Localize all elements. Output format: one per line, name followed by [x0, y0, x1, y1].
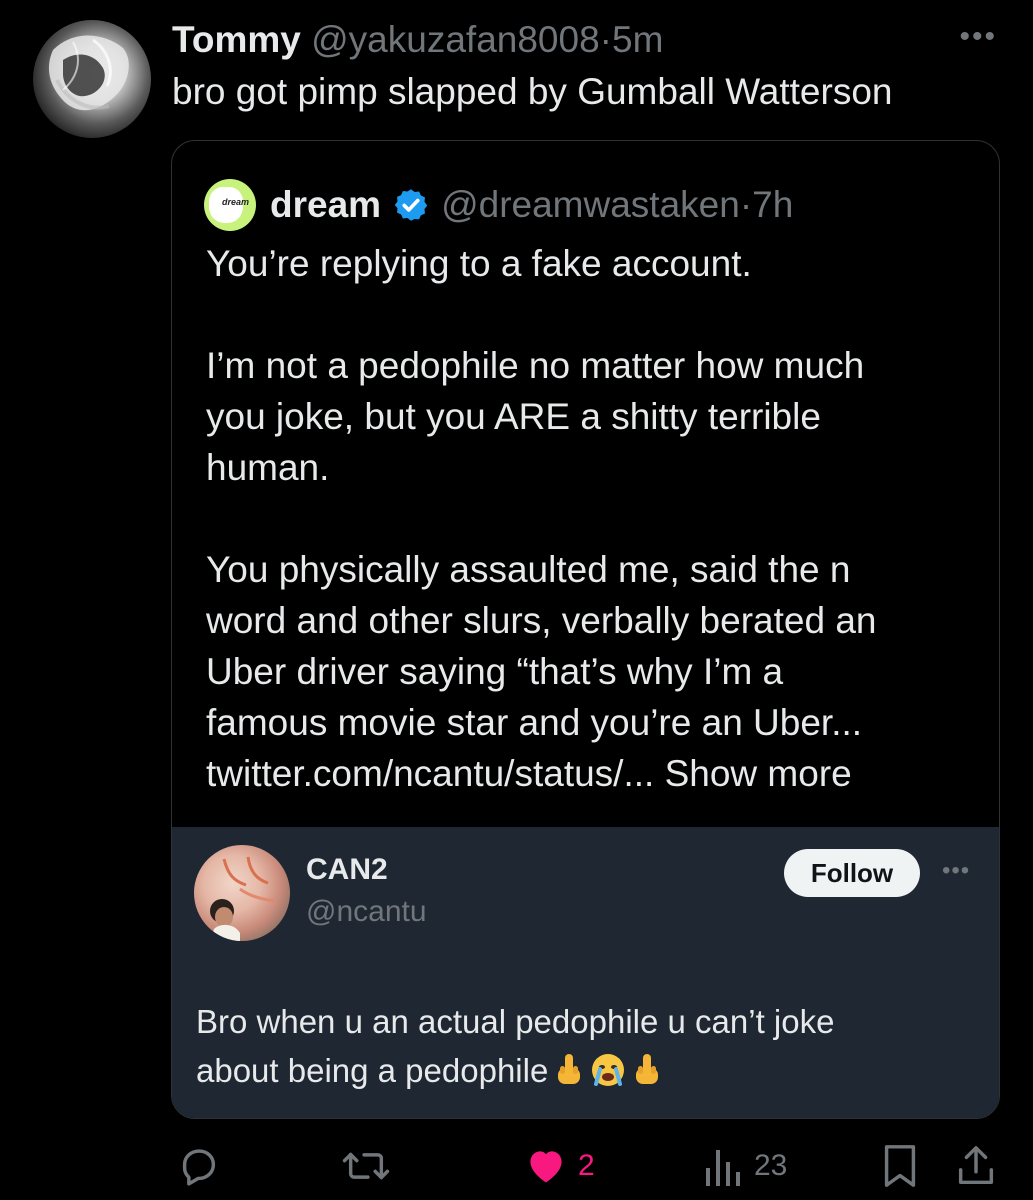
quoted-author-name: dream	[270, 184, 382, 225]
retweet-button[interactable]	[340, 1140, 402, 1192]
quoted-author-avatar: dream	[204, 179, 256, 231]
quoted-line: human.	[206, 447, 330, 488]
author-avatar[interactable]	[33, 20, 151, 138]
embedded-tweet-text: Bro when u an actual pedophile u can’t j…	[196, 997, 834, 1101]
embedded-author-avatar[interactable]	[194, 845, 290, 941]
tweet-time[interactable]: 5m	[612, 19, 663, 60]
author-name[interactable]: Tommy	[172, 19, 301, 60]
views-icon	[704, 1144, 744, 1188]
more-horizontal-icon[interactable]: •••	[942, 857, 970, 885]
embedded-text-line: Bro when u an actual pedophile u can’t j…	[196, 1003, 835, 1040]
separator-dot: ·	[599, 19, 612, 60]
quoted-line-link: twitter.com/ncantu/status/... Show more	[206, 748, 966, 799]
retweet-icon	[340, 1143, 392, 1189]
more-horizontal-icon[interactable]: •••	[959, 22, 997, 52]
author-handle[interactable]: @yakuzafan8008	[311, 19, 600, 60]
quoted-link[interactable]: twitter.com/ncantu/status/...	[206, 753, 654, 794]
quoted-line: famous movie star and you’re an Uber...	[206, 702, 863, 743]
like-count: 2	[578, 1149, 595, 1182]
views-button[interactable]: 23	[704, 1140, 787, 1192]
quoted-tweet-text: You’re replying to a fake account. I’m n…	[206, 238, 966, 799]
embedded-tweet[interactable]: CAN2 @ncantu Follow ••• Bro when u an ac…	[172, 827, 999, 1118]
quoted-author-handle: @dreamwastaken	[441, 184, 740, 225]
like-button[interactable]: 2	[524, 1140, 595, 1192]
share-button[interactable]	[956, 1140, 996, 1192]
follow-button[interactable]: Follow	[784, 849, 920, 897]
verified-badge-icon	[393, 187, 429, 223]
middle-finger-emoji-icon	[554, 1052, 584, 1101]
heart-icon	[524, 1144, 568, 1188]
quoted-tweet-header: dream dream @dreamwastaken · 7h	[204, 179, 793, 231]
bookmark-icon	[880, 1143, 920, 1189]
separator-dot: ·	[739, 184, 753, 225]
show-more-link[interactable]: Show more	[665, 753, 852, 794]
quoted-line: You physically assaulted me, said the n	[206, 549, 851, 590]
embedded-text-line-2: about being a pedophile	[196, 1046, 834, 1101]
quoted-line: word and other slurs, verbally berated a…	[206, 600, 877, 641]
tweet-header: Tommy @yakuzafan8008·5m	[172, 18, 663, 62]
reply-icon	[176, 1143, 222, 1189]
quoted-line: I’m not a pedophile no matter how much	[206, 345, 865, 386]
tweet: Tommy @yakuzafan8008·5m ••• bro got pimp…	[0, 0, 1033, 1200]
crying-face-emoji-icon	[590, 1052, 626, 1101]
quoted-line: you joke, but you ARE a shitty terrible	[206, 396, 821, 437]
embedded-author-handle[interactable]: @ncantu	[306, 895, 427, 929]
tweet-text: bro got pimp slapped by Gumball Watterso…	[172, 71, 893, 112]
middle-finger-emoji-icon	[632, 1052, 662, 1101]
bookmark-button[interactable]	[880, 1140, 920, 1192]
reply-button[interactable]	[176, 1140, 232, 1192]
quoted-tweet[interactable]: dream dream @dreamwastaken · 7h You’re rep…	[171, 140, 1000, 1119]
quoted-tweet-time: 7h	[752, 184, 794, 225]
share-icon	[956, 1143, 996, 1189]
embedded-author-name[interactable]: CAN2	[306, 853, 388, 887]
views-count: 23	[754, 1149, 788, 1182]
quoted-paragraph: You’re replying to a fake account.	[206, 243, 752, 284]
quoted-line: Uber driver saying “that’s why I’m a	[206, 651, 784, 692]
action-bar: 2 23	[0, 1140, 1033, 1192]
